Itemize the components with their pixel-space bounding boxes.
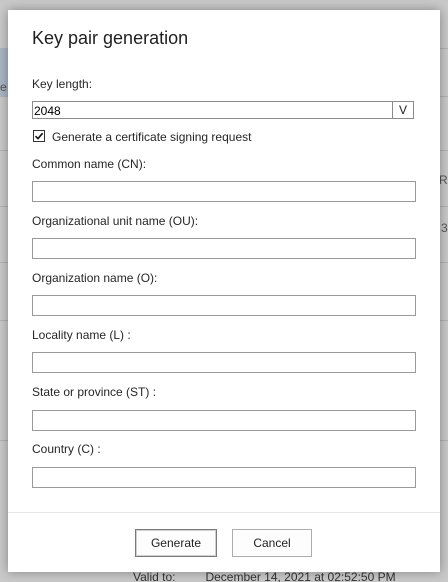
background-edge-text: 3 <box>441 221 448 235</box>
background-edge-text: e <box>0 80 7 94</box>
dialog-footer-divider <box>8 512 440 513</box>
country-field[interactable] <box>32 467 416 488</box>
key-length-value: 2048 <box>34 104 61 118</box>
state-label: State or province (ST) : <box>32 385 157 399</box>
background-edge-text: Re <box>439 173 448 187</box>
org-unit-label: Organizational unit name (OU): <box>32 214 199 228</box>
key-length-label: Key length: <box>32 77 93 91</box>
organization-label: Organization name (O): <box>32 271 158 285</box>
csr-checkbox-label[interactable]: Generate a certificate signing request <box>52 130 251 144</box>
locality-field[interactable] <box>32 352 416 373</box>
checkmark-icon <box>34 132 44 140</box>
key-pair-dialog: Key pair generation Key length: 2048 V G… <box>8 10 440 572</box>
common-name-label: Common name (CN): <box>32 157 147 171</box>
state-field[interactable] <box>32 410 416 431</box>
country-label: Country (C) : <box>32 442 101 456</box>
dialog-title: Key pair generation <box>32 28 189 48</box>
common-name-field[interactable] <box>32 181 416 202</box>
csr-checkbox[interactable] <box>33 130 45 142</box>
generate-button[interactable]: Generate <box>135 529 217 557</box>
organization-field[interactable] <box>32 295 416 316</box>
locality-label: Locality name (L) : <box>32 328 131 342</box>
key-length-select[interactable]: 2048 V <box>32 101 414 119</box>
cancel-button[interactable]: Cancel <box>232 529 312 557</box>
org-unit-field[interactable] <box>32 238 416 259</box>
chevron-down-icon[interactable]: V <box>392 102 413 118</box>
